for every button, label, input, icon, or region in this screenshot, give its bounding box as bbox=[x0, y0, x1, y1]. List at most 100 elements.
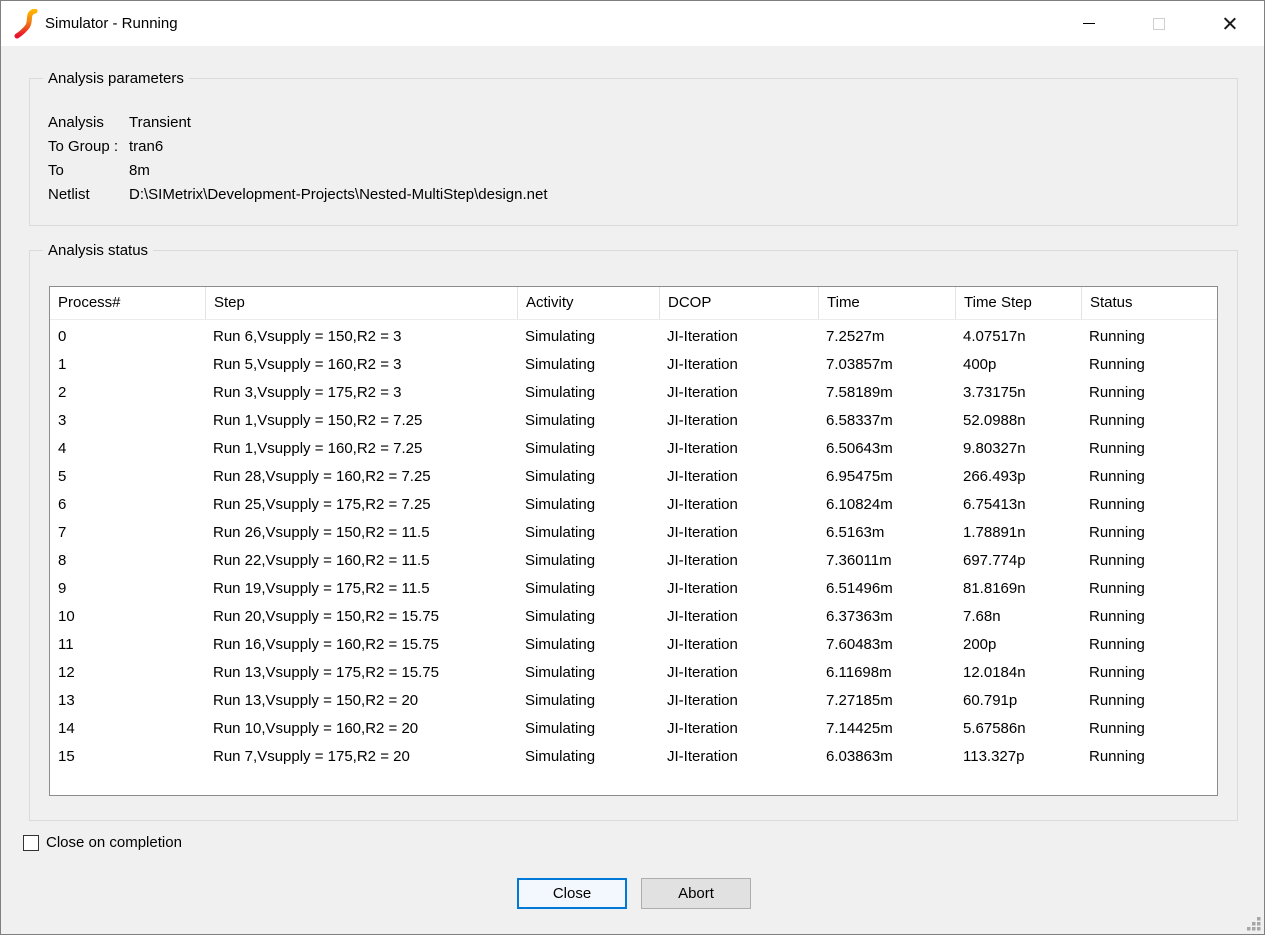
table-cell: Simulating bbox=[517, 323, 659, 351]
table-cell: Running bbox=[1081, 351, 1217, 379]
table-cell: Run 1,Vsupply = 160,R2 = 7.25 bbox=[205, 435, 517, 463]
table-row[interactable]: 13Run 13,Vsupply = 150,R2 = 20Simulating… bbox=[50, 687, 1217, 715]
table-row[interactable]: 12Run 13,Vsupply = 175,R2 = 15.75Simulat… bbox=[50, 659, 1217, 687]
param-row-to: To8m bbox=[48, 159, 1227, 183]
table-cell: 2 bbox=[50, 379, 205, 407]
analysis-parameters-rows: AnalysisTransientTo Group :tran6To8mNetl… bbox=[48, 111, 1227, 207]
maximize-button[interactable] bbox=[1124, 1, 1194, 46]
column-header-step[interactable]: Step bbox=[205, 287, 517, 319]
table-row[interactable]: 6Run 25,Vsupply = 175,R2 = 7.25Simulatin… bbox=[50, 491, 1217, 519]
table-row[interactable]: 11Run 16,Vsupply = 160,R2 = 15.75Simulat… bbox=[50, 631, 1217, 659]
table-cell: Run 3,Vsupply = 175,R2 = 3 bbox=[205, 379, 517, 407]
table-cell: Running bbox=[1081, 323, 1217, 351]
param-value: Transient bbox=[129, 111, 1227, 135]
table-cell: 266.493p bbox=[955, 463, 1081, 491]
table-row[interactable]: 3Run 1,Vsupply = 150,R2 = 7.25Simulating… bbox=[50, 407, 1217, 435]
close-window-button[interactable] bbox=[1194, 1, 1264, 46]
table-row[interactable]: 8Run 22,Vsupply = 160,R2 = 11.5Simulatin… bbox=[50, 547, 1217, 575]
process-status-table: Process#StepActivityDCOPTimeTime StepSta… bbox=[49, 286, 1218, 796]
table-cell: Running bbox=[1081, 659, 1217, 687]
table-cell: JI-Iteration bbox=[659, 659, 818, 687]
column-header-time[interactable]: Time bbox=[818, 287, 955, 319]
close-on-completion-checkbox[interactable]: Close on completion bbox=[23, 834, 182, 852]
table-row[interactable]: 0Run 6,Vsupply = 150,R2 = 3SimulatingJI-… bbox=[50, 323, 1217, 351]
analysis-parameters-group: Analysis parameters AnalysisTransientTo … bbox=[29, 78, 1238, 226]
table-header-row: Process#StepActivityDCOPTimeTime StepSta… bbox=[50, 287, 1217, 320]
table-cell: 10 bbox=[50, 603, 205, 631]
simetrix-logo-icon bbox=[14, 9, 40, 39]
table-cell: 6.37363m bbox=[818, 603, 955, 631]
table-row[interactable]: 4Run 1,Vsupply = 160,R2 = 7.25Simulating… bbox=[50, 435, 1217, 463]
table-cell: Running bbox=[1081, 715, 1217, 743]
abort-button[interactable]: Abort bbox=[641, 878, 751, 909]
close-button[interactable]: Close bbox=[517, 878, 627, 909]
minimize-button[interactable] bbox=[1054, 1, 1124, 46]
table-cell: Running bbox=[1081, 687, 1217, 715]
table-cell: Run 25,Vsupply = 175,R2 = 7.25 bbox=[205, 491, 517, 519]
table-cell: 7.58189m bbox=[818, 379, 955, 407]
resize-grip[interactable] bbox=[1247, 917, 1261, 931]
table-cell: 7 bbox=[50, 519, 205, 547]
checkbox-box[interactable] bbox=[23, 835, 39, 851]
table-cell: 6 bbox=[50, 491, 205, 519]
table-row[interactable]: 2Run 3,Vsupply = 175,R2 = 3SimulatingJI-… bbox=[50, 379, 1217, 407]
table-cell: 6.5163m bbox=[818, 519, 955, 547]
analysis-status-group: Analysis status Process#StepActivityDCOP… bbox=[29, 250, 1238, 821]
table-cell: Run 13,Vsupply = 150,R2 = 20 bbox=[205, 687, 517, 715]
table-cell: Running bbox=[1081, 519, 1217, 547]
param-label: To bbox=[48, 159, 129, 183]
table-cell: Run 13,Vsupply = 175,R2 = 15.75 bbox=[205, 659, 517, 687]
table-cell: 3.73175n bbox=[955, 379, 1081, 407]
table-cell: 7.14425m bbox=[818, 715, 955, 743]
param-row-to-group: To Group :tran6 bbox=[48, 135, 1227, 159]
table-cell: Run 16,Vsupply = 160,R2 = 15.75 bbox=[205, 631, 517, 659]
table-cell: Run 7,Vsupply = 175,R2 = 20 bbox=[205, 743, 517, 771]
table-row[interactable]: 5Run 28,Vsupply = 160,R2 = 7.25Simulatin… bbox=[50, 463, 1217, 491]
param-value: 8m bbox=[129, 159, 1227, 183]
table-cell: 4.07517n bbox=[955, 323, 1081, 351]
close-icon bbox=[1222, 16, 1237, 31]
table-cell: 113.327p bbox=[955, 743, 1081, 771]
table-row[interactable]: 10Run 20,Vsupply = 150,R2 = 15.75Simulat… bbox=[50, 603, 1217, 631]
table-cell: 9.80327n bbox=[955, 435, 1081, 463]
table-cell: 400p bbox=[955, 351, 1081, 379]
table-row[interactable]: 1Run 5,Vsupply = 160,R2 = 3SimulatingJI-… bbox=[50, 351, 1217, 379]
table-cell: JI-Iteration bbox=[659, 351, 818, 379]
column-header-activity[interactable]: Activity bbox=[517, 287, 659, 319]
table-cell: Simulating bbox=[517, 687, 659, 715]
column-header-dcop[interactable]: DCOP bbox=[659, 287, 818, 319]
column-header-process[interactable]: Process# bbox=[50, 287, 205, 319]
table-cell: JI-Iteration bbox=[659, 407, 818, 435]
table-cell: Run 20,Vsupply = 150,R2 = 15.75 bbox=[205, 603, 517, 631]
table-cell: JI-Iteration bbox=[659, 547, 818, 575]
table-row[interactable]: 15Run 7,Vsupply = 175,R2 = 20SimulatingJ… bbox=[50, 743, 1217, 771]
table-cell: Simulating bbox=[517, 547, 659, 575]
table-cell: Simulating bbox=[517, 407, 659, 435]
table-row[interactable]: 14Run 10,Vsupply = 160,R2 = 20Simulating… bbox=[50, 715, 1217, 743]
table-cell: JI-Iteration bbox=[659, 687, 818, 715]
table-cell: Simulating bbox=[517, 435, 659, 463]
table-cell: 6.03863m bbox=[818, 743, 955, 771]
analysis-parameters-title: Analysis parameters bbox=[43, 69, 189, 89]
table-row[interactable]: 9Run 19,Vsupply = 175,R2 = 11.5Simulatin… bbox=[50, 575, 1217, 603]
table-cell: 12.0184n bbox=[955, 659, 1081, 687]
table-cell: JI-Iteration bbox=[659, 631, 818, 659]
table-cell: Run 28,Vsupply = 160,R2 = 7.25 bbox=[205, 463, 517, 491]
param-value: D:\SIMetrix\Development-Projects\Nested-… bbox=[129, 183, 1227, 207]
table-cell: 14 bbox=[50, 715, 205, 743]
table-cell: Running bbox=[1081, 463, 1217, 491]
table-cell: 6.58337m bbox=[818, 407, 955, 435]
column-header-time-step[interactable]: Time Step bbox=[955, 287, 1081, 319]
table-cell: JI-Iteration bbox=[659, 379, 818, 407]
table-cell: JI-Iteration bbox=[659, 743, 818, 771]
table-cell: 12 bbox=[50, 659, 205, 687]
table-cell: Run 6,Vsupply = 150,R2 = 3 bbox=[205, 323, 517, 351]
window-title: Simulator - Running bbox=[45, 1, 178, 46]
column-header-status[interactable]: Status bbox=[1081, 287, 1217, 319]
table-cell: Running bbox=[1081, 575, 1217, 603]
table-cell: 1 bbox=[50, 351, 205, 379]
table-cell: JI-Iteration bbox=[659, 323, 818, 351]
table-cell: Running bbox=[1081, 491, 1217, 519]
table-row[interactable]: 7Run 26,Vsupply = 150,R2 = 11.5Simulatin… bbox=[50, 519, 1217, 547]
table-cell: 6.75413n bbox=[955, 491, 1081, 519]
